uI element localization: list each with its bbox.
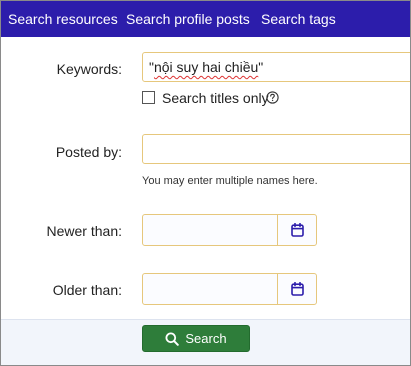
newer-than-field[interactable] (142, 214, 317, 246)
search-icon (165, 332, 180, 346)
keywords-input[interactable]: "nội suy hai chiều" (142, 52, 410, 82)
help-circle-icon[interactable] (266, 91, 279, 107)
posted-by-hint: You may enter multiple names here. (142, 175, 318, 187)
search-tabs: Search resources Search profile posts Se… (1, 1, 410, 37)
posted-by-input[interactable] (142, 134, 410, 164)
search-form-window: Search resources Search profile posts Se… (0, 0, 411, 366)
older-than-field[interactable] (142, 273, 317, 305)
tab-search-tags[interactable]: Search tags (261, 11, 336, 27)
newer-than-label: Newer than: (46, 223, 122, 239)
newer-than-calendar-button[interactable] (278, 215, 316, 245)
calendar-icon (290, 223, 304, 237)
form-footer: Search (1, 319, 410, 365)
tab-search-resources[interactable]: Search resources (8, 11, 118, 27)
search-button[interactable]: Search (142, 325, 250, 352)
search-button-label: Search (185, 331, 227, 346)
keywords-text: nội suy hai chiều (153, 59, 259, 75)
tab-search-profile-posts[interactable]: Search profile posts (126, 11, 250, 27)
titles-only-checkbox[interactable] (142, 91, 155, 104)
keywords-label: Keywords: (56, 61, 122, 77)
posted-by-label: Posted by: (55, 144, 122, 160)
titles-only-label[interactable]: Search titles only (162, 90, 269, 106)
older-than-calendar-button[interactable] (278, 274, 316, 304)
keywords-quote-close: " (258, 59, 264, 75)
older-than-label: Older than: (52, 282, 122, 298)
calendar-icon (290, 282, 304, 296)
